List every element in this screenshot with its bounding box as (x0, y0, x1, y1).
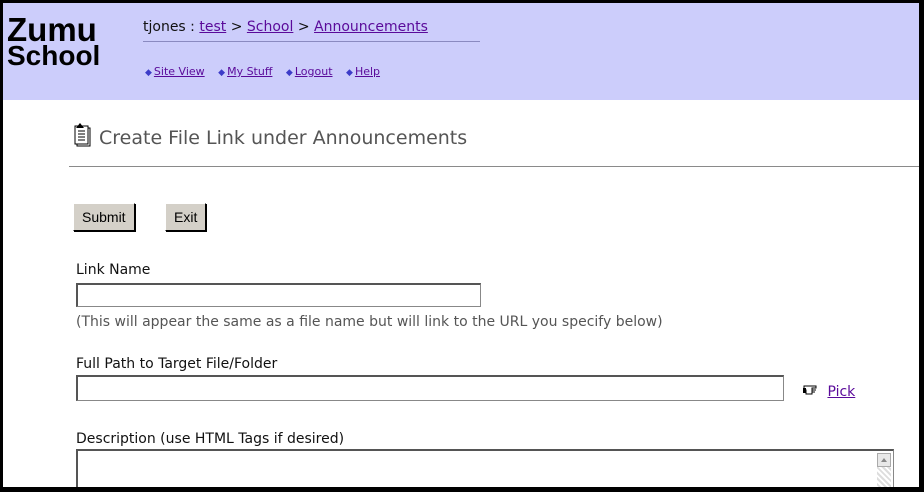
breadcrumb-user: tjones (143, 19, 186, 35)
exit-button[interactable]: Exit (165, 203, 207, 231)
pick-link[interactable]: Pick (827, 384, 855, 400)
breadcrumb-separator: > (293, 19, 315, 35)
description-textarea[interactable] (76, 449, 894, 487)
breadcrumb-link-announcements[interactable]: Announcements (314, 19, 428, 35)
submit-button[interactable]: Submit (73, 203, 135, 231)
diamond-bullet-icon: ◆ (218, 68, 226, 78)
nav-site-view-link[interactable]: Site View (154, 65, 205, 78)
breadcrumb-separator: : (185, 19, 200, 35)
logo-line2: School (7, 40, 101, 71)
link-name-hint: (This will appear the same as a file nam… (76, 314, 663, 330)
page-title: Create File Link under Announcements (73, 122, 467, 153)
diamond-bullet-icon: ◆ (145, 68, 152, 78)
description-label: Description (use HTML Tags if desired) (76, 431, 345, 447)
logo: Zumu School (7, 13, 101, 71)
browser-frame: Zumu School tjones : test > School > Ann… (0, 0, 924, 492)
breadcrumb-separator: > (226, 19, 247, 35)
document-link-icon (73, 122, 93, 153)
link-name-input[interactable] (76, 283, 481, 307)
nav-help-link[interactable]: Help (355, 65, 380, 78)
diamond-bullet-icon: ◆ (285, 68, 293, 78)
breadcrumb-link-test[interactable]: test (199, 19, 226, 35)
link-name-label: Link Name (76, 262, 151, 278)
divider (69, 166, 919, 167)
page-title-text: Create File Link under Announcements (99, 127, 468, 149)
nav-logout-link[interactable]: Logout (295, 65, 333, 78)
nav-links: ◆ Site View ◆ My Stuff ◆ Logout ◆ Help (145, 65, 390, 78)
scroll-up-arrow[interactable] (877, 453, 891, 467)
scrollbar-track[interactable] (877, 467, 891, 487)
header-bar: Zumu School tjones : test > School > Ann… (3, 3, 919, 100)
full-path-input[interactable] (76, 375, 784, 401)
pointing-hand-icon[interactable] (803, 384, 827, 400)
full-path-label: Full Path to Target File/Folder (76, 356, 278, 372)
breadcrumb: tjones : test > School > Announcements (143, 19, 480, 42)
nav-my-stuff-link[interactable]: My Stuff (227, 65, 272, 78)
diamond-bullet-icon: ◆ (346, 68, 353, 78)
pick-control[interactable]: Pick (803, 381, 855, 400)
breadcrumb-link-school[interactable]: School (247, 19, 293, 35)
